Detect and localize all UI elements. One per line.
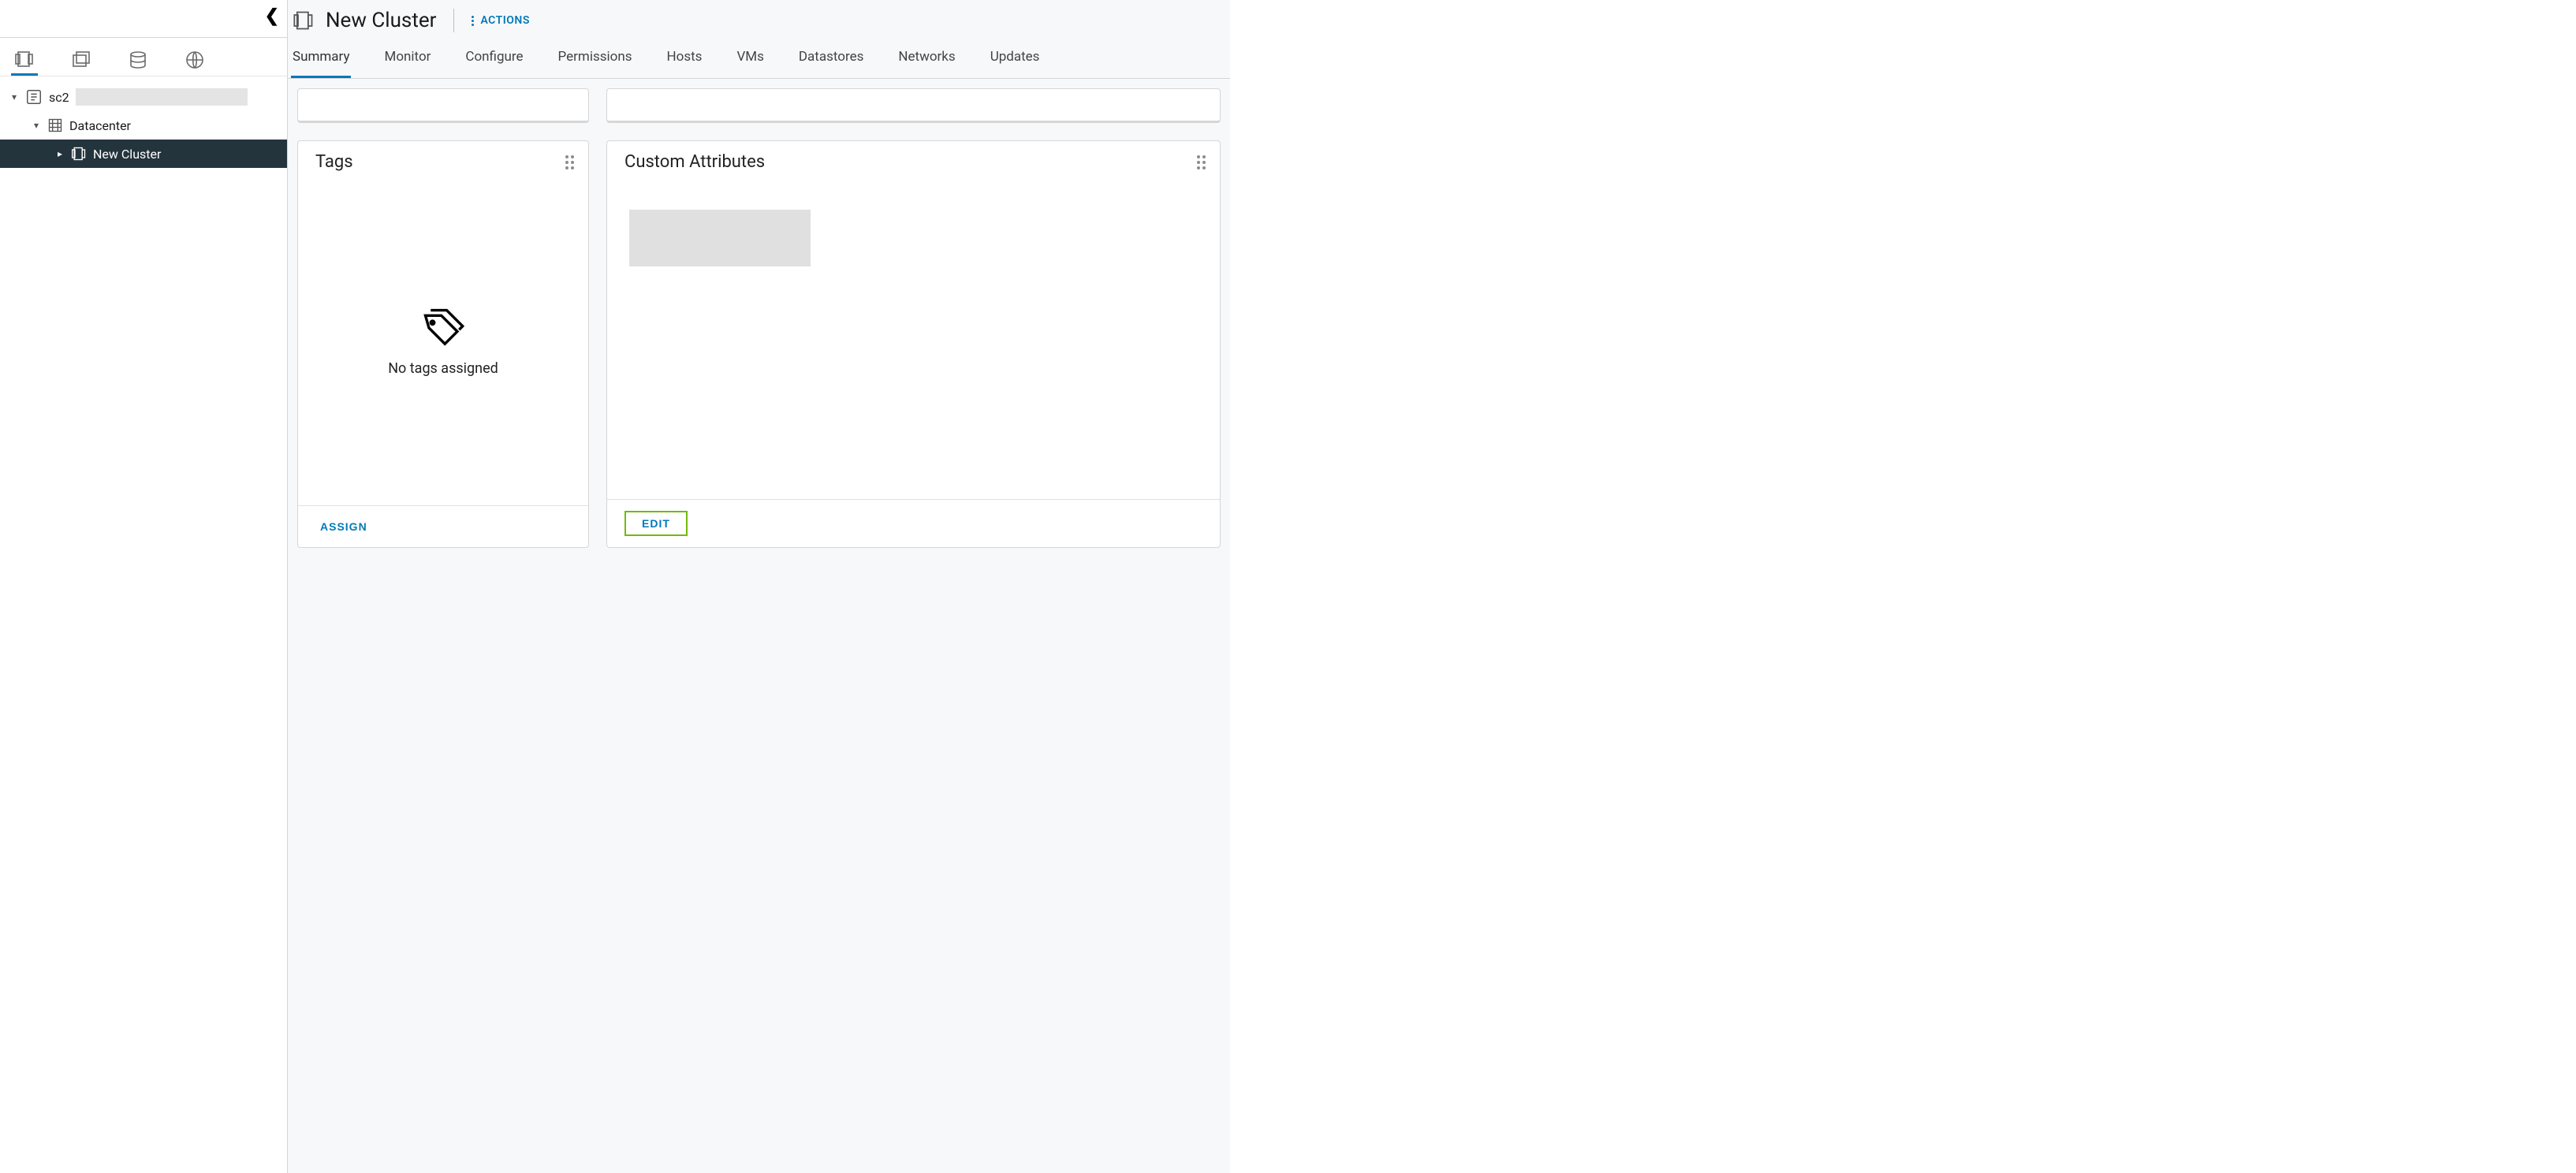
tab-vms[interactable]: VMs xyxy=(735,41,765,78)
storage-icon xyxy=(129,50,147,69)
tab-updates[interactable]: Updates xyxy=(989,41,1042,78)
object-tabs: Summary Monitor Configure Permissions Ho… xyxy=(288,41,1230,79)
tags-icon xyxy=(422,307,464,349)
hosts-clusters-icon xyxy=(15,50,34,69)
main-content: New Cluster ACTIONS Summary Monitor Conf… xyxy=(288,0,1230,1173)
summary-content: Tags No tags assigned ASSIGN xyxy=(288,79,1230,557)
empty-state-text: No tags assigned xyxy=(388,360,498,377)
storage-view-tab[interactable] xyxy=(125,49,151,76)
drag-handle-icon[interactable] xyxy=(565,155,574,169)
edit-button[interactable]: EDIT xyxy=(624,511,688,536)
expand-caret-icon[interactable]: ▾ xyxy=(9,92,19,102)
sidebar-collapse-icon[interactable]: ❮ xyxy=(265,6,279,26)
redacted-text xyxy=(76,88,248,106)
tab-configure[interactable]: Configure xyxy=(464,41,524,78)
tab-networks[interactable]: Networks xyxy=(897,41,956,78)
assign-button[interactable]: ASSIGN xyxy=(315,517,372,536)
card-title: Tags xyxy=(315,152,353,172)
object-titlebar: New Cluster ACTIONS xyxy=(288,0,1230,41)
title-divider xyxy=(453,9,454,32)
inventory-tree: ▾ sc2 ▾ Datacenter ▸ New Cluster xyxy=(0,76,287,168)
networking-icon xyxy=(185,50,204,69)
tree-node-label: Datacenter xyxy=(69,118,131,133)
hosts-clusters-view-tab[interactable] xyxy=(11,49,38,76)
page-title: New Cluster xyxy=(326,9,436,32)
vms-templates-view-tab[interactable] xyxy=(68,49,95,76)
card-stub xyxy=(297,88,589,123)
tab-datastores[interactable]: Datastores xyxy=(797,41,865,78)
vcenter-icon xyxy=(25,88,43,106)
tree-node-datacenter[interactable]: ▾ Datacenter xyxy=(0,111,287,140)
actions-menu-button[interactable]: ACTIONS xyxy=(472,14,529,27)
vms-templates-icon xyxy=(72,50,91,69)
tab-permissions[interactable]: Permissions xyxy=(557,41,634,78)
tab-summary[interactable]: Summary xyxy=(291,41,351,78)
custom-attributes-card: Custom Attributes EDIT xyxy=(606,140,1221,548)
datacenter-icon xyxy=(47,117,63,133)
sidebar-topbar: ❮ xyxy=(0,0,287,38)
card-stub xyxy=(606,88,1221,123)
tree-node-label: sc2 xyxy=(49,90,69,105)
inventory-sidebar: ❮ xyxy=(0,0,288,1173)
vertical-dots-icon xyxy=(472,16,474,26)
cluster-icon xyxy=(71,146,87,162)
tab-monitor[interactable]: Monitor xyxy=(382,41,432,78)
tab-hosts[interactable]: Hosts xyxy=(665,41,704,78)
expand-caret-icon[interactable]: ▸ xyxy=(55,149,65,158)
tree-node-cluster[interactable]: ▸ New Cluster xyxy=(0,140,287,168)
tree-node-vcenter[interactable]: ▾ sc2 xyxy=(0,83,287,111)
expand-caret-icon[interactable]: ▾ xyxy=(32,121,41,130)
tree-node-label: New Cluster xyxy=(93,147,161,162)
cluster-icon xyxy=(293,9,315,32)
card-title: Custom Attributes xyxy=(624,152,765,172)
inventory-view-tabs xyxy=(0,38,287,76)
tags-card: Tags No tags assigned ASSIGN xyxy=(297,140,589,548)
actions-label: ACTIONS xyxy=(480,14,529,27)
redacted-content xyxy=(629,210,811,266)
networking-view-tab[interactable] xyxy=(181,49,208,76)
drag-handle-icon[interactable] xyxy=(1197,155,1206,169)
